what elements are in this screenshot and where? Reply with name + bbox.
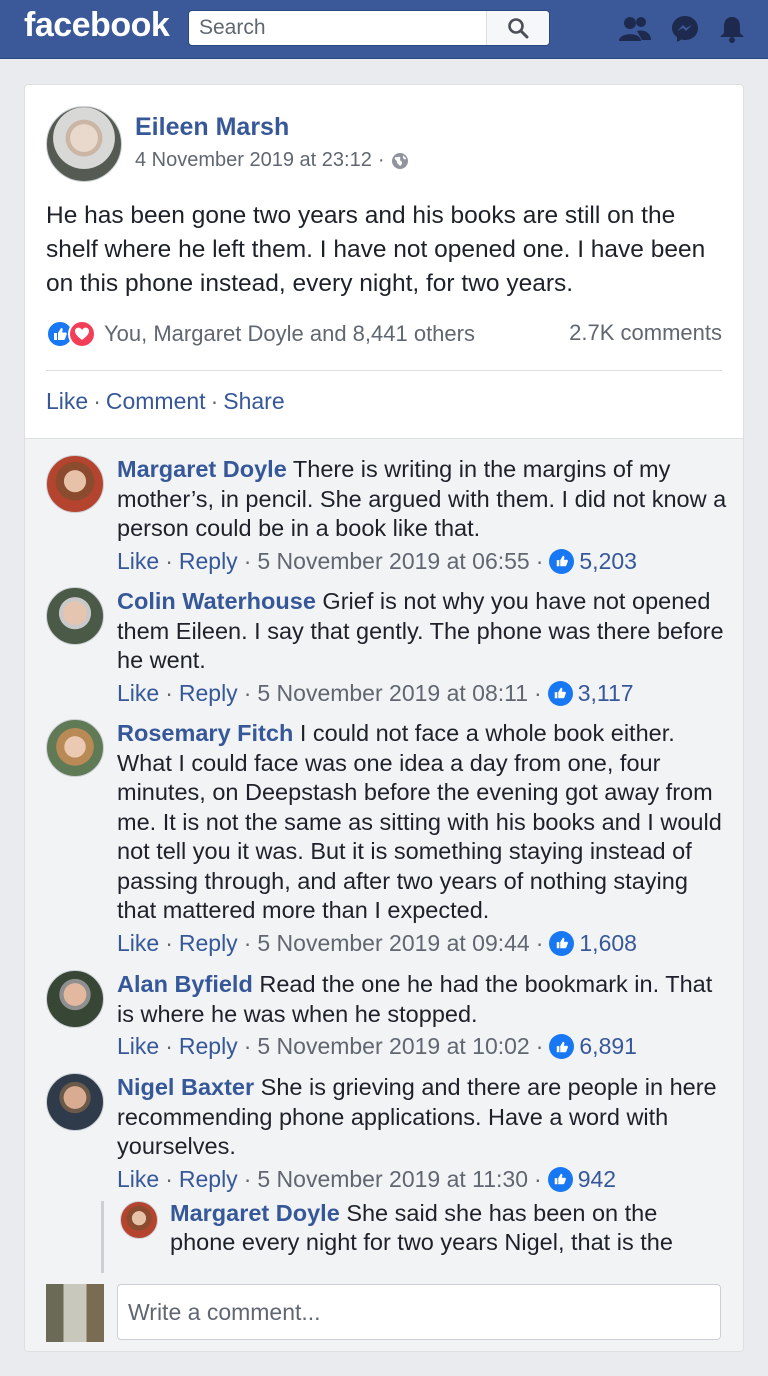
separator: · (165, 1033, 173, 1059)
post-meta: 4 November 2019 at 23:12 · (135, 149, 409, 172)
love-reaction-icon (68, 320, 96, 348)
comments-count-link[interactable]: 2.7K comments (569, 320, 722, 346)
separator: · (243, 1033, 252, 1059)
current-user-avatar (46, 1284, 104, 1342)
comment-like-count[interactable]: 5,203 (579, 547, 637, 577)
comment-timestamp[interactable]: 5 November 2019 at 09:44 (257, 929, 529, 959)
comment-like-button[interactable]: Like (117, 1165, 159, 1195)
comment-like-count[interactable]: 3,117 (578, 679, 634, 709)
comment-actions: Like · Reply · 5 November 2019 at 08:11 · 3,11… (117, 679, 727, 709)
commenter-avatar[interactable] (46, 719, 104, 777)
comments-section: Margaret Doyle There is writing in the m… (25, 438, 743, 1351)
post-author-avatar[interactable] (46, 106, 122, 182)
comment-timestamp[interactable]: 5 November 2019 at 11:30 (257, 1165, 528, 1195)
separator: · (165, 929, 173, 956)
thumbs-up-icon (549, 1034, 575, 1060)
commenter-name[interactable]: Alan Byfield (117, 971, 253, 997)
thumbs-up-icon (549, 930, 575, 956)
like-button[interactable]: Like (46, 388, 88, 414)
commenter-avatar[interactable] (46, 970, 104, 1028)
search-button[interactable] (486, 11, 549, 45)
comment-actions: Like · Reply · 5 November 2019 at 06:55 · 5,20… (117, 547, 727, 577)
separator: · (165, 1165, 173, 1192)
commenter-name[interactable]: Colin Waterhouse (117, 588, 316, 614)
reply-author-avatar[interactable] (120, 1201, 158, 1239)
post-author-name[interactable]: Eileen Marsh (135, 113, 289, 142)
separator: · (243, 547, 252, 574)
comment-button[interactable]: Comment (106, 388, 206, 414)
action-separator: · (93, 388, 101, 414)
commenter-name[interactable]: Nigel Baxter (117, 1074, 254, 1100)
facebook-logo[interactable]: facebook (24, 6, 170, 45)
separator: · (534, 679, 542, 706)
separator: · (165, 547, 173, 574)
separator: · (165, 679, 173, 706)
separator: · (243, 1165, 252, 1192)
comment-text: I could not face a whole book either. Wh… (117, 720, 722, 923)
search-input[interactable] (189, 11, 485, 45)
comment-like-count[interactable]: 942 (578, 1165, 616, 1195)
comment-like-count[interactable]: 1,608 (579, 929, 637, 959)
divider (46, 370, 722, 371)
commenter-avatar[interactable] (46, 587, 104, 645)
write-comment-input[interactable] (117, 1284, 721, 1340)
thumbs-up-icon (547, 680, 573, 706)
comment-timestamp[interactable]: 5 November 2019 at 06:55 (257, 547, 529, 577)
comment-like-count[interactable]: 6,891 (579, 1032, 637, 1062)
write-comment-row (25, 1276, 743, 1351)
reply-thread: Margaret Doyle She said she has been on … (101, 1201, 724, 1273)
comment-reply-button[interactable]: Reply (179, 1032, 238, 1062)
search-icon (508, 18, 529, 39)
separator: · (534, 1165, 542, 1192)
comment-body: Colin Waterhouse Grief is not why you ha… (117, 587, 727, 708)
post-timestamp[interactable]: 4 November 2019 at 23:12 (135, 149, 372, 172)
comment-like-button[interactable]: Like (117, 1032, 159, 1062)
reply-body: Margaret Doyle She said she has been on … (170, 1201, 710, 1257)
post-card: Eileen Marsh 4 November 2019 at 23:12 · … (24, 84, 744, 1352)
thumbs-up-icon (547, 1166, 573, 1192)
comment-body: Alan Byfield Read the one he had the boo… (117, 970, 727, 1062)
separator: · (243, 929, 252, 956)
commenter-avatar[interactable] (46, 455, 104, 513)
comment-timestamp[interactable]: 5 November 2019 at 08:11 (257, 679, 528, 709)
separator: · (535, 929, 544, 956)
notifications-icon[interactable] (718, 14, 746, 44)
separator: · (243, 679, 252, 706)
comment-body: Nigel Baxter She is grieving and there a… (117, 1073, 727, 1194)
commenter-avatar[interactable] (46, 1073, 104, 1131)
post-text: He has been gone two years and his books… (46, 202, 706, 297)
reactions-summary[interactable]: You, Margaret Doyle and 8,441 others (46, 320, 475, 348)
reaction-icons (46, 320, 96, 348)
comment-actions: Like · Reply · 5 November 2019 at 09:44 · 1,60… (117, 929, 727, 959)
reply-author-name[interactable]: Margaret Doyle (170, 1201, 340, 1226)
comment-actions: Like · Reply · 5 November 2019 at 11:30 · 942 (117, 1165, 727, 1195)
comment-like-button[interactable]: Like (117, 547, 159, 577)
comment-reply-button[interactable]: Reply (179, 679, 238, 709)
separator: · (535, 547, 544, 574)
globe-icon (391, 152, 408, 169)
meta-separator: · (377, 149, 385, 171)
top-bar: facebook (0, 0, 768, 59)
thumbs-up-icon (549, 548, 575, 574)
comment-like-button[interactable]: Like (117, 679, 159, 709)
friends-icon[interactable] (618, 14, 652, 44)
share-button[interactable]: Share (223, 388, 284, 414)
comment-actions: Like · Reply · 5 November 2019 at 10:02 · 6,89… (117, 1032, 727, 1062)
reactions-text: You, Margaret Doyle and 8,441 others (104, 321, 475, 346)
post-actions: Like · Comment · Share (46, 388, 285, 415)
commenter-name[interactable]: Margaret Doyle (117, 456, 287, 482)
comment-like-button[interactable]: Like (117, 929, 159, 959)
comment-reply-button[interactable]: Reply (179, 929, 238, 959)
comment-body: Rosemary Fitch I could not face a whole … (117, 719, 727, 958)
search-box (188, 10, 550, 46)
messenger-icon[interactable] (670, 14, 700, 44)
comment-reply-button[interactable]: Reply (179, 1165, 238, 1195)
comment-body: Margaret Doyle There is writing in the m… (117, 455, 727, 576)
comment-timestamp[interactable]: 5 November 2019 at 10:02 (257, 1032, 529, 1062)
commenter-name[interactable]: Rosemary Fitch (117, 720, 293, 746)
action-separator: · (210, 388, 219, 414)
comment-reply-button[interactable]: Reply (179, 547, 238, 577)
separator: · (535, 1033, 544, 1059)
